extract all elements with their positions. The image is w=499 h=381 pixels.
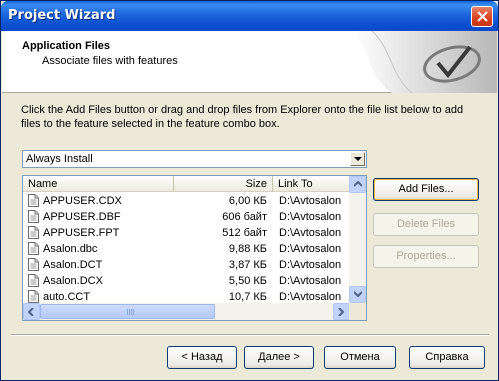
close-button[interactable] bbox=[471, 6, 493, 27]
horizontal-scrollbar[interactable] bbox=[23, 303, 350, 320]
scroll-left-button[interactable] bbox=[23, 303, 40, 320]
file-link-to: D:\Avtosalon bbox=[279, 291, 342, 303]
column-link-to[interactable]: Link To bbox=[273, 176, 350, 192]
back-button[interactable]: < Назад bbox=[167, 346, 237, 369]
scroll-right-button[interactable] bbox=[333, 303, 350, 320]
column-size[interactable]: Size bbox=[174, 176, 273, 192]
file-size: 5,50 КБ bbox=[228, 275, 267, 287]
scrollbar-corner bbox=[349, 303, 366, 320]
file-name: APPUSER.DBF bbox=[43, 211, 121, 223]
arrow-down-icon bbox=[354, 291, 362, 297]
feature-combo-value: Always Install bbox=[26, 153, 93, 165]
file-name: APPUSER.FPT bbox=[43, 227, 120, 239]
file-icon bbox=[28, 210, 39, 223]
file-size: 606 байт bbox=[222, 211, 267, 223]
file-size: 10,7 КБ bbox=[228, 291, 267, 303]
vertical-scrollbar[interactable] bbox=[349, 176, 366, 303]
wizard-header: Application Files Associate files with f… bbox=[2, 31, 497, 93]
file-name: Asalon.DCT bbox=[43, 259, 103, 271]
cancel-button[interactable]: Отмена bbox=[324, 346, 396, 369]
file-link-to: D:\Avtosalon bbox=[279, 259, 342, 271]
file-icon bbox=[28, 290, 39, 303]
file-size: 6,00 КБ bbox=[228, 195, 267, 207]
file-name: APPUSER.CDX bbox=[43, 195, 122, 207]
file-link-to: D:\Avtosalon bbox=[279, 243, 342, 255]
file-link-to: D:\Avtosalon bbox=[279, 195, 342, 207]
column-name[interactable]: Name bbox=[23, 176, 174, 192]
help-button[interactable]: Справка bbox=[409, 346, 485, 369]
file-icon bbox=[28, 226, 39, 239]
file-link-to: D:\Avtosalon bbox=[279, 275, 342, 287]
add-files-button[interactable]: Add Files... bbox=[373, 178, 479, 201]
file-link-to: D:\Avtosalon bbox=[279, 211, 342, 223]
instructions-text: Click the Add Files button or drag and d… bbox=[21, 104, 464, 130]
table-row[interactable]: APPUSER.CDX 6,00 КБ D:\Avtosalon bbox=[23, 193, 350, 209]
table-row[interactable]: APPUSER.DBF 606 байт D:\Avtosalon bbox=[23, 209, 350, 225]
file-size: 9,88 КБ bbox=[228, 243, 267, 255]
scroll-up-button[interactable] bbox=[349, 176, 366, 193]
file-list[interactable]: Name Size Link To APPUSER.CDX 6,00 КБ D:\A… bbox=[22, 175, 367, 321]
file-link-to: D:\Avtosalon bbox=[279, 227, 342, 239]
combo-dropdown-button[interactable] bbox=[350, 152, 365, 166]
file-list-header: Name Size Link To bbox=[23, 176, 350, 192]
file-icon bbox=[28, 258, 39, 271]
file-name: Asalon.dbc bbox=[43, 243, 98, 255]
title-bar[interactable]: Project Wizard bbox=[1, 1, 498, 31]
window-title: Project Wizard bbox=[8, 8, 116, 23]
arrow-up-icon bbox=[354, 181, 362, 187]
arrow-left-icon bbox=[28, 308, 34, 316]
page-title: Application Files bbox=[22, 40, 111, 52]
file-icon bbox=[28, 194, 39, 207]
horizontal-scroll-thumb[interactable] bbox=[40, 304, 215, 319]
table-row[interactable]: Asalon.dbc 9,88 КБ D:\Avtosalon bbox=[23, 241, 350, 257]
table-row[interactable]: APPUSER.FPT 512 байт D:\Avtosalon bbox=[23, 225, 350, 241]
table-row[interactable]: Asalon.DCT 3,87 КБ D:\Avtosalon bbox=[23, 257, 350, 273]
arrow-right-icon bbox=[338, 308, 344, 316]
scroll-grip bbox=[127, 309, 135, 315]
next-button[interactable]: Далее > bbox=[244, 346, 314, 369]
file-icon bbox=[28, 242, 39, 255]
file-size: 3,87 КБ bbox=[228, 259, 267, 271]
page-subtitle: Associate files with features bbox=[42, 55, 178, 67]
file-name: auto.CCT bbox=[43, 291, 91, 303]
close-icon bbox=[477, 11, 488, 22]
delete-files-button[interactable]: Delete Files bbox=[373, 213, 479, 236]
chevron-down-icon bbox=[354, 157, 362, 161]
table-row[interactable]: Asalon.DCX 5,50 КБ D:\Avtosalon bbox=[23, 273, 350, 289]
file-name: Asalon.DCX bbox=[43, 275, 103, 287]
file-size: 512 байт bbox=[222, 227, 267, 239]
properties-button[interactable]: Properties... bbox=[373, 245, 479, 268]
project-wizard-window: Project Wizard Application Files Associa… bbox=[0, 0, 499, 381]
feature-combo[interactable]: Always Install bbox=[22, 150, 367, 168]
footer-divider bbox=[11, 334, 489, 336]
wizard-logo-graphic bbox=[332, 31, 497, 93]
file-icon bbox=[28, 274, 39, 287]
scroll-down-button[interactable] bbox=[349, 286, 366, 303]
